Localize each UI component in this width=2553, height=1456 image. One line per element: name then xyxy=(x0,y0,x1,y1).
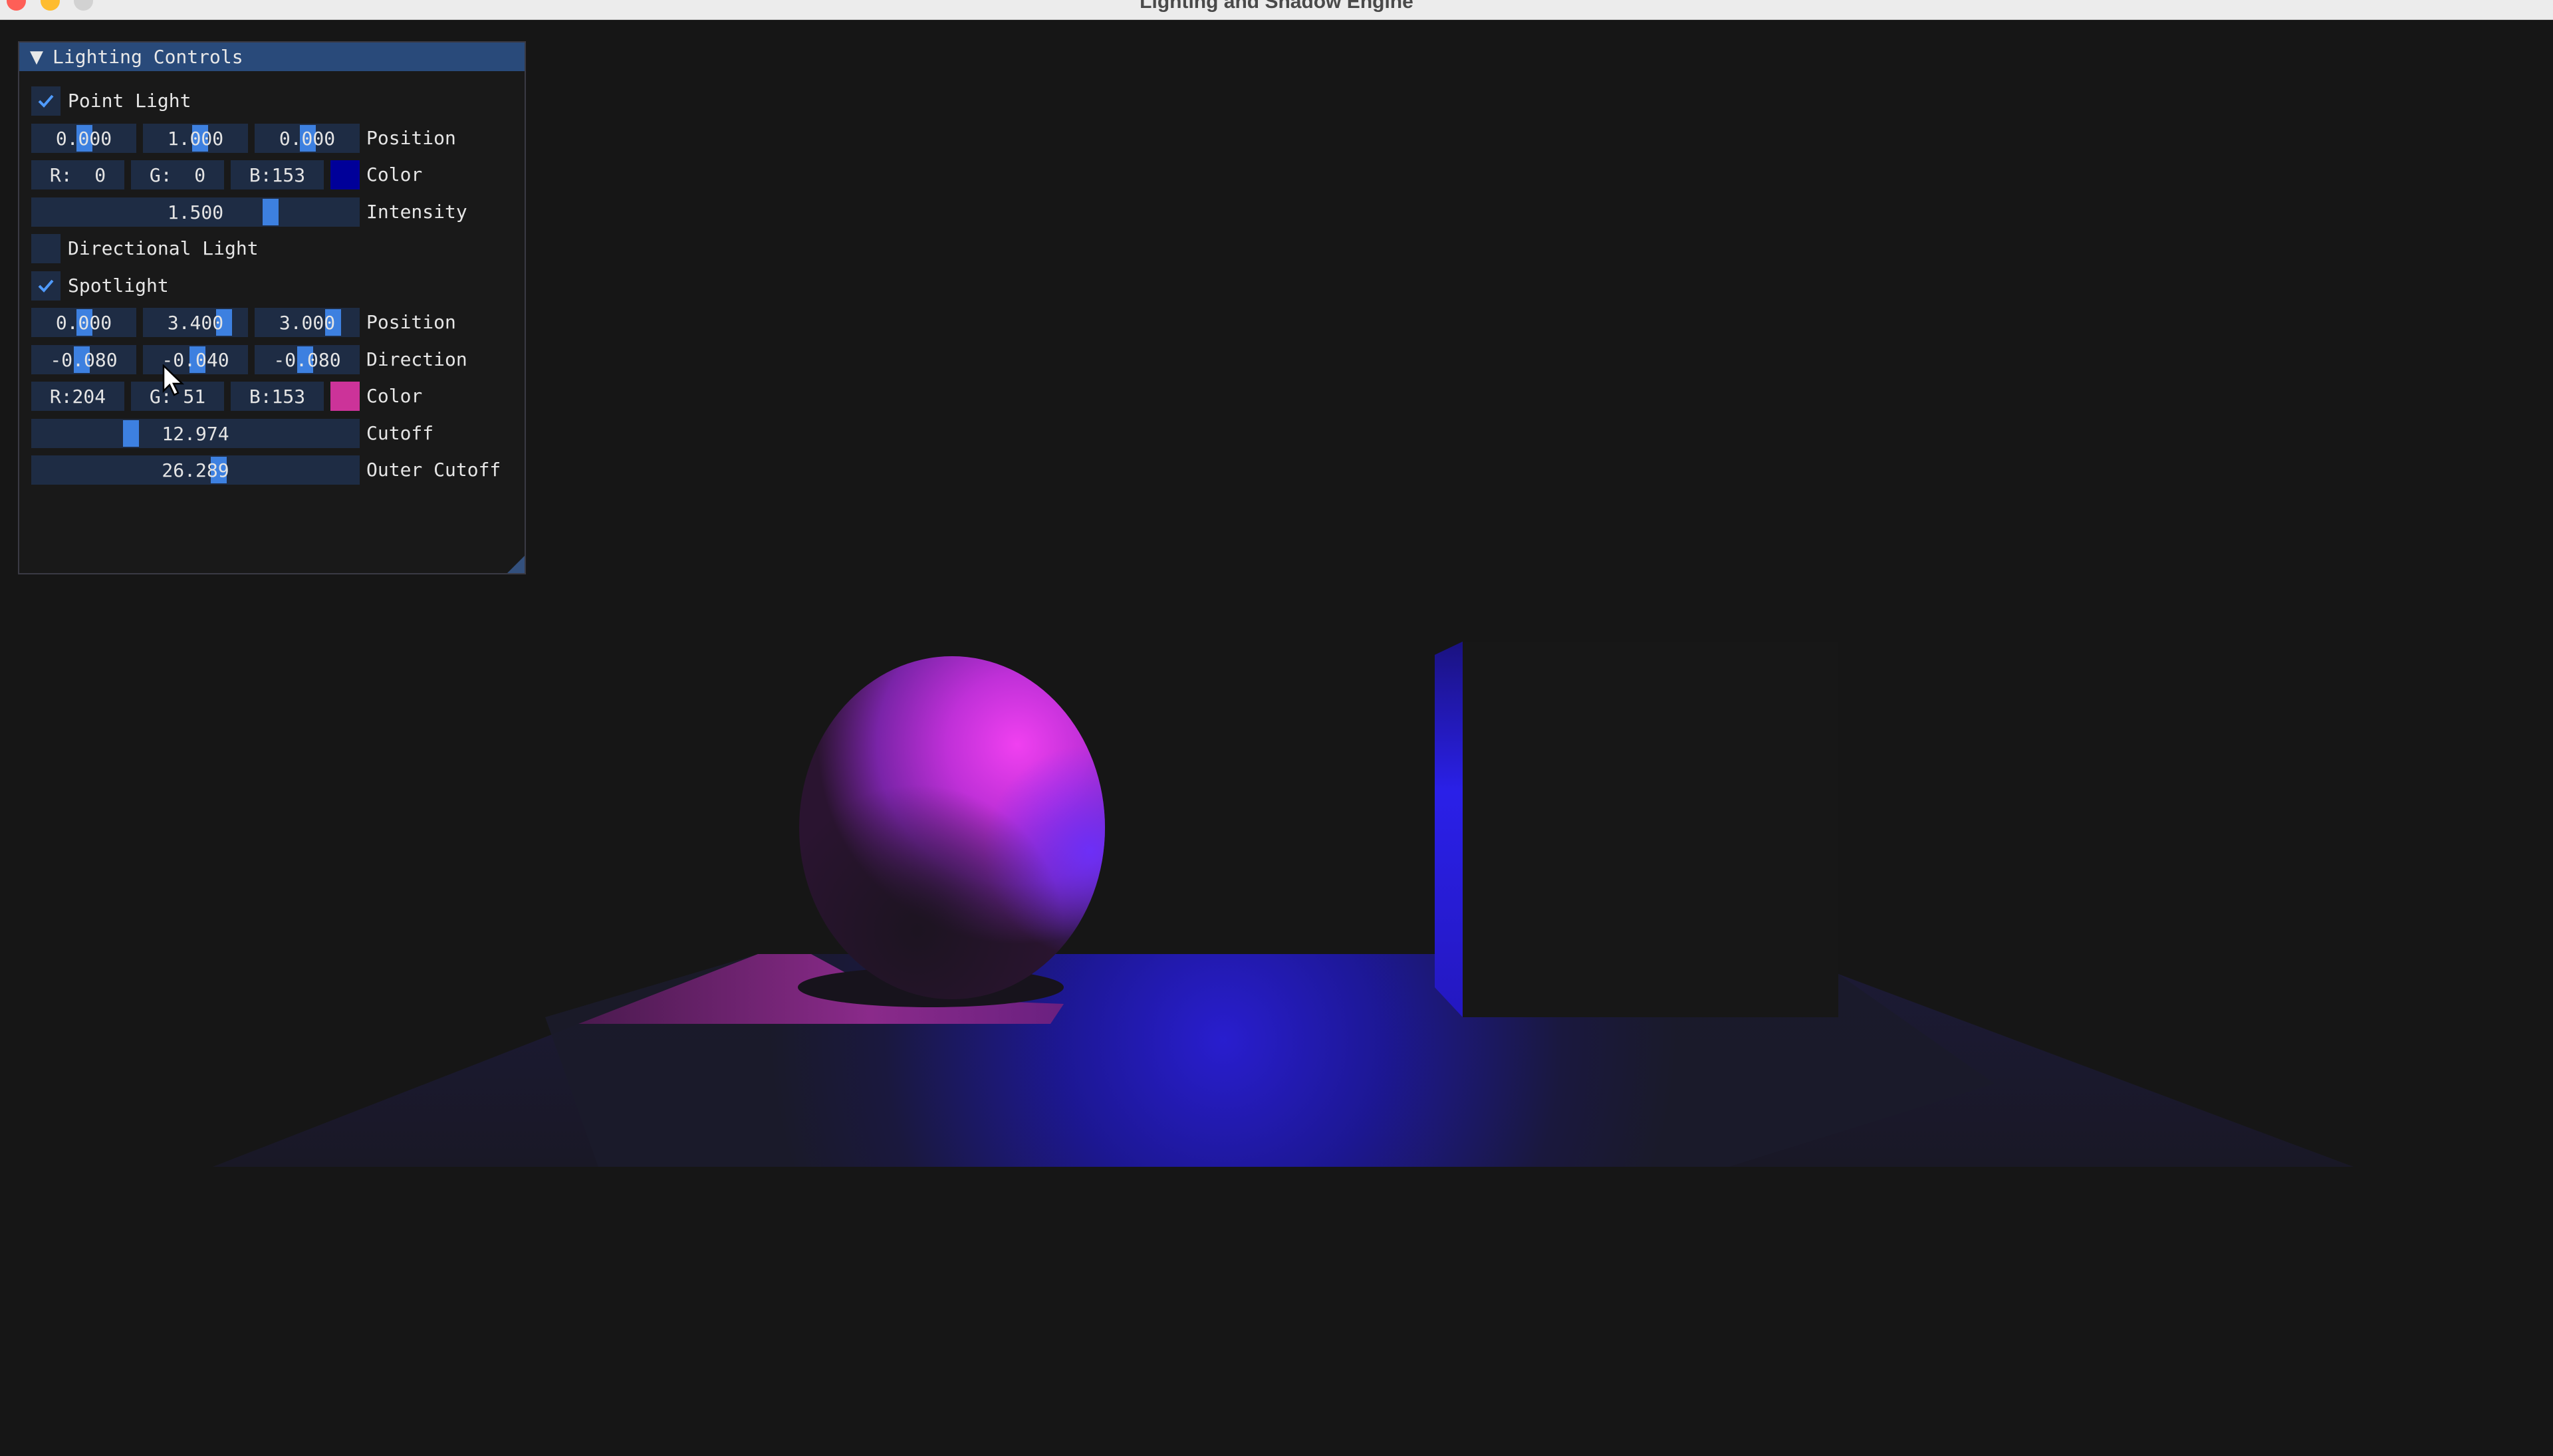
spotlight-color-row: R:204 G: 51 B:153 Color xyxy=(31,382,510,411)
resize-grip[interactable] xyxy=(507,556,525,573)
panel-title-bar[interactable]: ▼ Lighting Controls xyxy=(19,43,525,71)
spotlight-position-y[interactable]: 3.400 xyxy=(143,308,248,337)
spotlight-outer-cutoff-label: Outer Cutoff xyxy=(366,459,501,481)
point-light-position-x[interactable]: 0.000 xyxy=(31,124,136,153)
directional-light-checkbox[interactable] xyxy=(31,234,61,263)
point-light-color-b[interactable]: B:153 xyxy=(231,160,324,189)
spotlight-direction-label: Direction xyxy=(366,348,467,370)
spotlight-color-swatch[interactable] xyxy=(330,382,360,411)
spotlight-outer-cutoff-row: 26.289 Outer Cutoff xyxy=(31,455,510,485)
spotlight-color-b[interactable]: B:153 xyxy=(231,382,324,411)
spotlight-direction-row: -0.080 -0.040 -0.080 Direction xyxy=(31,345,510,374)
spotlight-cutoff-row: 12.974 Cutoff xyxy=(31,419,510,448)
title-bar: Lighting and Shadow Engine xyxy=(0,0,2553,20)
point-light-checkbox[interactable] xyxy=(31,86,61,116)
spotlight-position-z[interactable]: 3.000 xyxy=(255,308,360,337)
point-light-position-label: Position xyxy=(366,127,456,149)
spotlight-color-r[interactable]: R:204 xyxy=(31,382,124,411)
spotlight-direction-x[interactable]: -0.080 xyxy=(31,345,136,374)
spotlight-row: Spotlight xyxy=(31,271,497,301)
slider-grab[interactable] xyxy=(263,199,279,225)
spotlight-cutoff-label: Cutoff xyxy=(366,422,434,444)
point-light-position-y[interactable]: 1.000 xyxy=(143,124,248,153)
point-light-row: Point Light xyxy=(31,86,497,116)
spotlight-checkbox[interactable] xyxy=(31,271,61,301)
spotlight-cutoff-slider[interactable]: 12.974 xyxy=(31,419,360,448)
panel-title: Lighting Controls xyxy=(53,46,243,68)
lighting-controls-panel[interactable]: ▼ Lighting Controls Point Light 0.000 1.… xyxy=(18,41,526,574)
point-light-color-r[interactable]: R: 0 xyxy=(31,160,124,189)
checkmark-icon xyxy=(38,94,54,108)
directional-light-label: Directional Light xyxy=(68,237,259,259)
point-light-color-g[interactable]: G: 0 xyxy=(131,160,224,189)
collapse-arrow-icon[interactable]: ▼ xyxy=(30,47,43,67)
spotlight-direction-y[interactable]: -0.040 xyxy=(143,345,248,374)
point-light-label: Point Light xyxy=(68,90,191,112)
box-front-face xyxy=(1463,642,1838,1017)
spotlight-label: Spotlight xyxy=(68,275,169,297)
spotlight-position-row: 0.000 3.400 3.000 Position xyxy=(31,308,510,337)
point-light-color-swatch[interactable] xyxy=(330,160,360,189)
sphere-shadow-side xyxy=(799,656,1105,999)
checkmark-icon xyxy=(38,279,54,293)
slider-grab[interactable] xyxy=(123,420,139,447)
spotlight-direction-z[interactable]: -0.080 xyxy=(255,345,360,374)
spotlight-color-label: Color xyxy=(366,385,423,407)
spotlight-position-label: Position xyxy=(366,311,456,333)
point-light-color-label: Color xyxy=(366,164,423,185)
point-light-intensity-label: Intensity xyxy=(366,201,467,223)
point-light-position-z[interactable]: 0.000 xyxy=(255,124,360,153)
spotlight-outer-cutoff-slider[interactable]: 26.289 xyxy=(31,455,360,485)
spotlight-position-x[interactable]: 0.000 xyxy=(31,308,136,337)
point-light-color-row: R: 0 G: 0 B:153 Color xyxy=(31,160,510,189)
box-side-face xyxy=(1435,642,1463,1017)
point-light-intensity-row: 1.500 Intensity xyxy=(31,197,510,227)
point-light-intensity-slider[interactable]: 1.500 xyxy=(31,197,360,227)
window-title: Lighting and Shadow Engine xyxy=(1140,0,1413,13)
spotlight-color-g[interactable]: G: 51 xyxy=(131,382,224,411)
point-light-position-row: 0.000 1.000 0.000 Position xyxy=(31,124,510,153)
directional-light-row: Directional Light xyxy=(31,234,497,263)
